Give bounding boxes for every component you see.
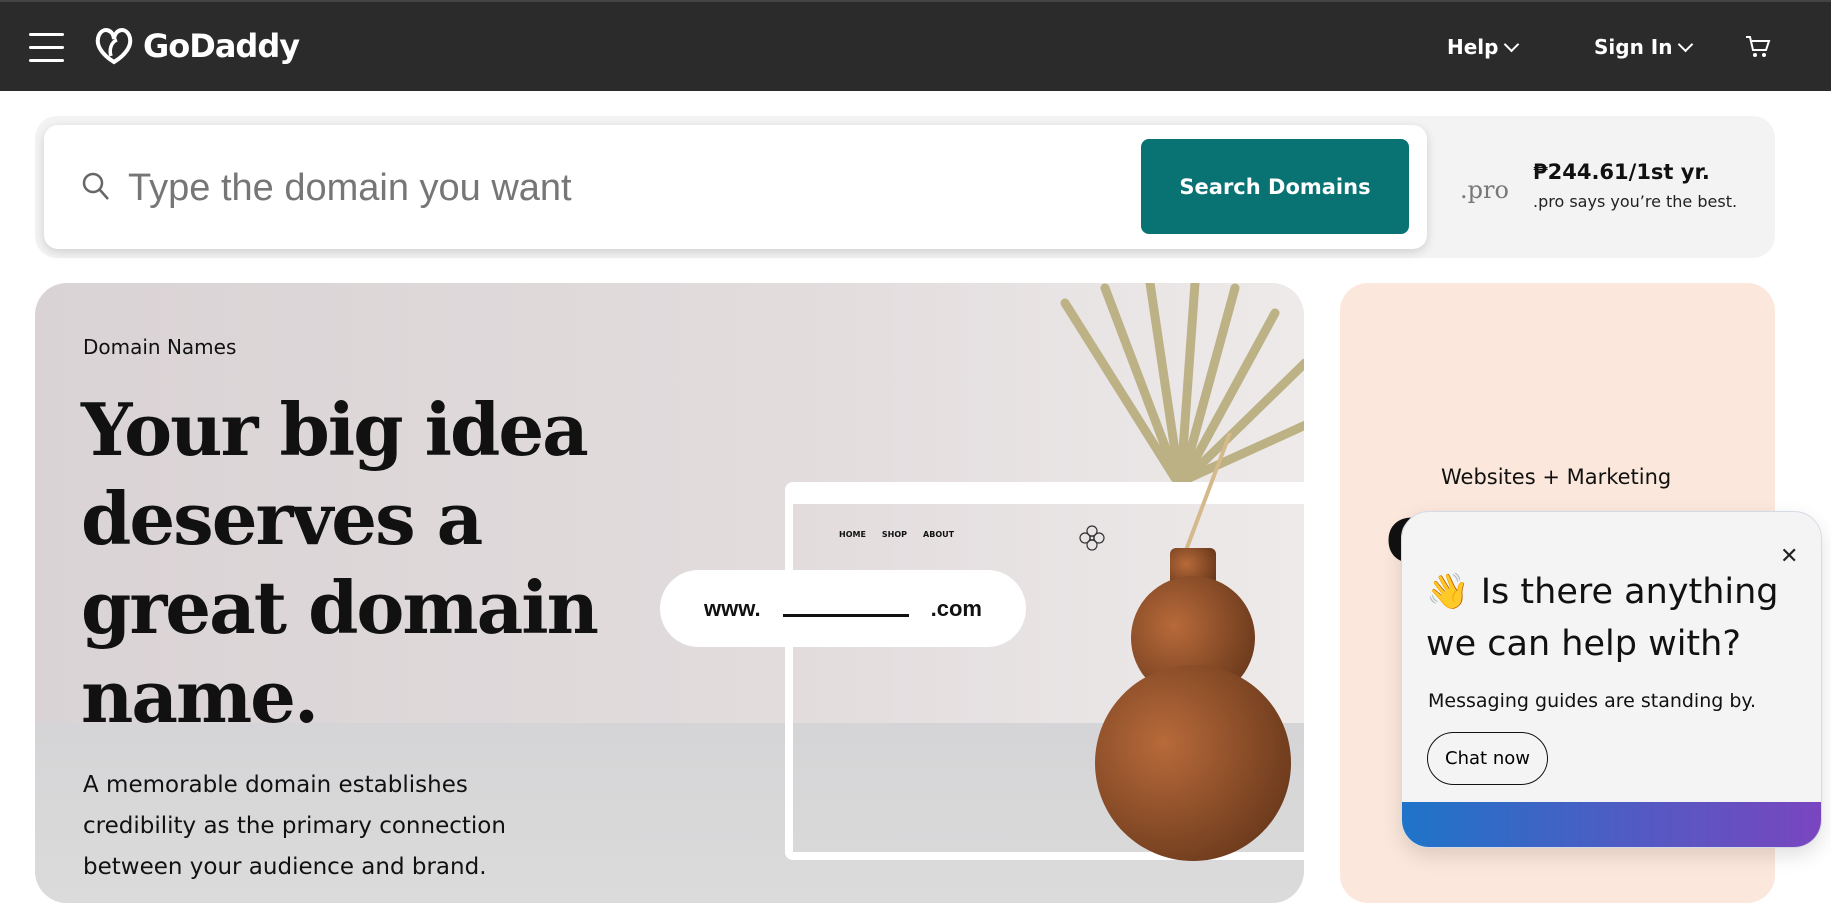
hero-card: Domain Names Your big idea deserves a gr… <box>35 283 1304 903</box>
chat-subtitle: Messaging guides are standing by. <box>1428 690 1756 712</box>
search-icon <box>82 172 109 200</box>
url-blank <box>782 601 909 617</box>
help-menu[interactable]: Help <box>1447 35 1520 59</box>
domain-search-input[interactable] <box>128 160 1088 216</box>
godaddy-logo[interactable]: GoDaddy <box>93 26 300 66</box>
brown-vase-image <box>1095 433 1291 861</box>
chat-title-text: Is there anything we can help with? <box>1426 572 1779 664</box>
chevron-down-icon <box>1504 36 1520 52</box>
url-prefix: www. <box>704 595 761 621</box>
mockup-nav-shop: SHOP <box>881 530 908 539</box>
mockup-nav-about: ABOUT <box>923 530 955 539</box>
menu-icon[interactable] <box>29 33 64 62</box>
url-pill: www. .com <box>660 570 1026 647</box>
mockup-nav-home: HOME <box>839 530 866 539</box>
card-eyebrow: Websites + Marketing <box>1441 465 1672 489</box>
chat-gradient-bar <box>1402 802 1821 847</box>
mockup-nav: HOME SHOP ABOUT <box>839 530 954 539</box>
hero-headline: Your big idea deserves a great domain na… <box>81 387 599 739</box>
waving-hand-icon: 👋 <box>1426 572 1470 612</box>
pro-tld-logo: .pro <box>1460 176 1509 204</box>
sign-in-label: Sign In <box>1594 35 1673 59</box>
brand-name: GoDaddy <box>143 27 300 65</box>
godaddy-heart-icon <box>95 28 133 65</box>
chat-now-button[interactable]: Chat now <box>1427 732 1548 785</box>
top-header: GoDaddy Help Sign In <box>0 0 1831 91</box>
url-suffix: .com <box>930 595 982 621</box>
hero-eyebrow: Domain Names <box>83 335 237 359</box>
sign-in-menu[interactable]: Sign In <box>1594 35 1694 59</box>
chat-popup: ✕ 👋 Is there anything we can help with? … <box>1401 511 1822 848</box>
search-domains-button[interactable]: Search Domains <box>1141 139 1409 234</box>
chat-title: 👋 Is there anything we can help with? <box>1426 566 1806 670</box>
hero-body: A memorable domain establishes credibili… <box>83 772 506 880</box>
promo-price[interactable]: ₱244.61/1st yr. <box>1533 160 1710 184</box>
chevron-down-icon <box>1678 36 1694 52</box>
cart-icon[interactable] <box>1745 35 1771 59</box>
promo-tagline: .pro says you’re the best. <box>1533 192 1738 211</box>
help-label: Help <box>1447 35 1499 59</box>
